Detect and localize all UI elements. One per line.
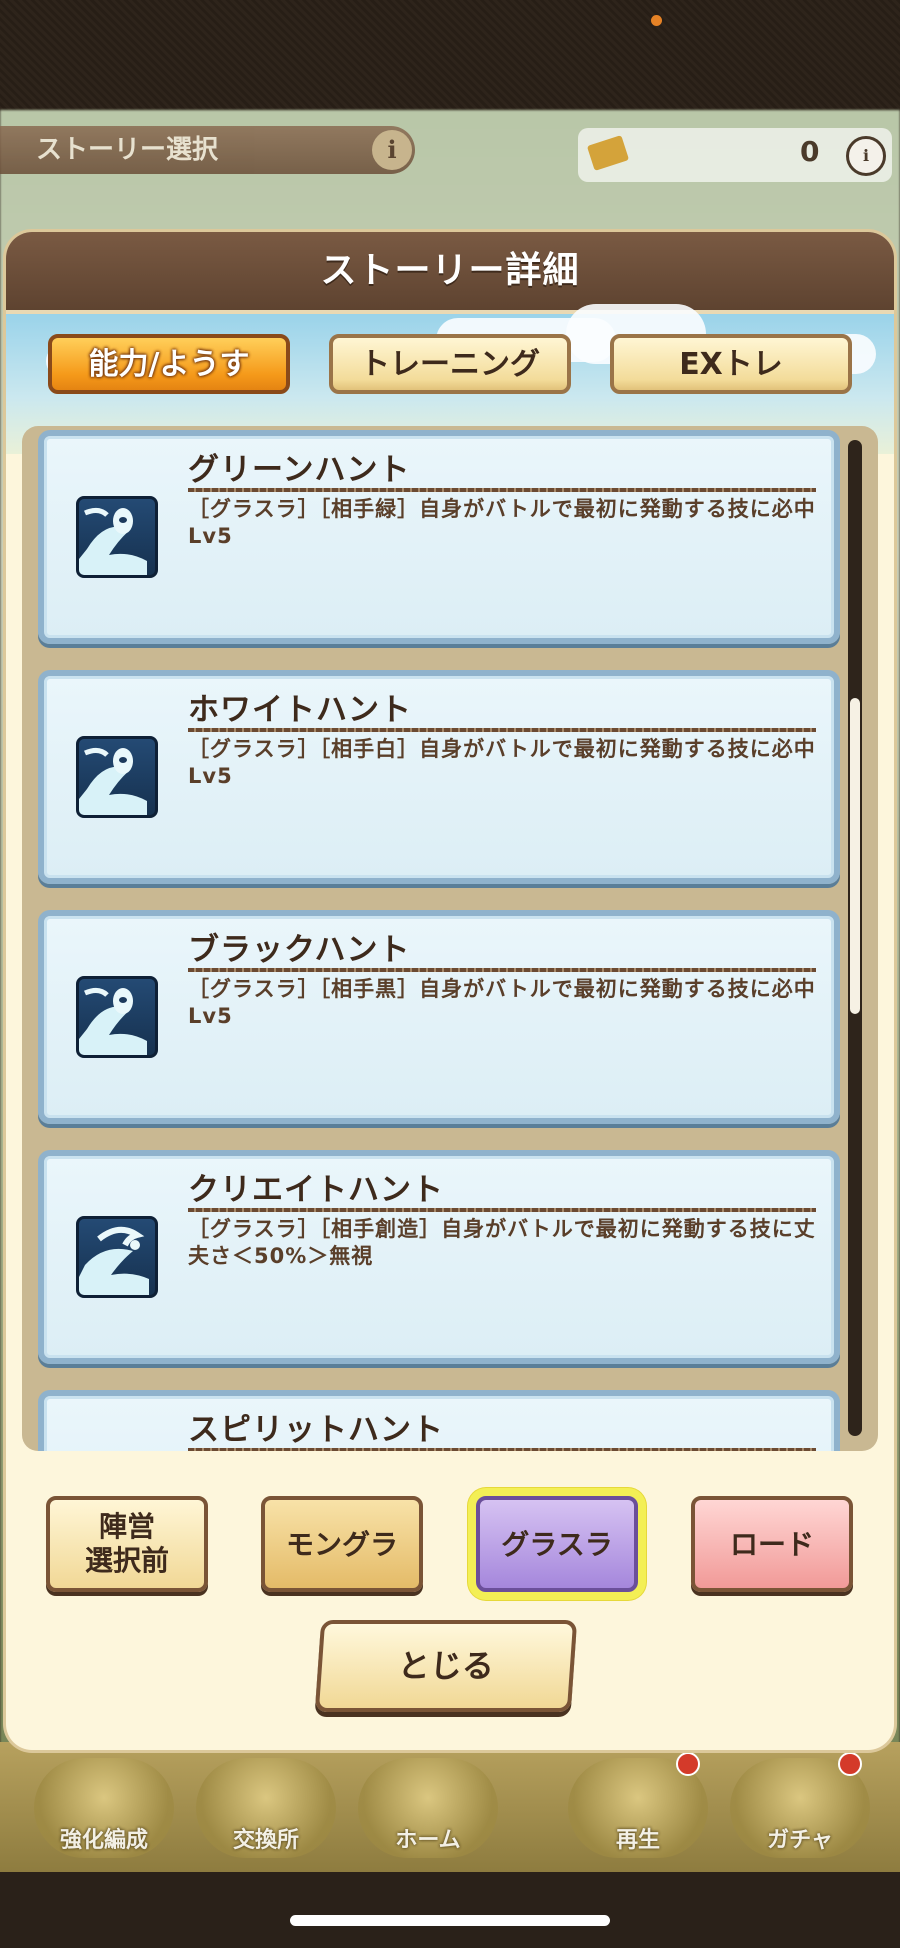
skill-name: ホワイトハント (188, 692, 412, 728)
skill-card: ブラックハント ［グラスラ］［相手黒］自身がバトルで最初に発動する技に必中Lv5 (38, 910, 840, 1124)
nav-label: 交換所 (232, 1828, 299, 1853)
nav-label: 強化編成 (59, 1828, 148, 1853)
skill-card: クリエイトハント ［グラスラ］［相手創造］自身がバトルで最初に発動する技に丈夫さ… (38, 1150, 840, 1364)
hunt-skill-icon (76, 496, 158, 578)
skill-card: グリーンハント ［グラスラ］［相手緑］自身がバトルで最初に発動する技に必中Lv5 (38, 430, 840, 644)
story-select-label: ストーリー選択 (0, 126, 415, 174)
filter-label-line1: 陣営 (98, 1510, 155, 1543)
notification-badge (676, 1752, 700, 1776)
nav-label: 再生 (615, 1828, 660, 1853)
story-select-info-icon: i (372, 130, 412, 170)
divider (188, 968, 816, 972)
nav-label: ホーム (395, 1828, 461, 1853)
tab-ex-training[interactable]: EXトレ (610, 334, 852, 394)
filter-label: モングラ (285, 1528, 398, 1561)
tab-training[interactable]: トレーニング (329, 334, 571, 394)
list-scrollbar[interactable] (848, 440, 862, 1436)
divider (188, 1208, 816, 1212)
skill-description: ［グラスラ］［相手白］自身がバトルで最初に発動する技に必中Lv5 (188, 737, 816, 788)
create-hunt-skill-icon (76, 1216, 158, 1298)
modal-title: ストーリー詳細 (320, 250, 580, 291)
currency-info-icon: i (846, 136, 886, 176)
skill-name: ブラックハント (188, 932, 411, 968)
skill-name: スピリットハント (188, 1412, 444, 1448)
divider (188, 1448, 816, 1451)
nav-label: ガチャ (767, 1828, 833, 1853)
recording-indicator-icon (651, 15, 662, 26)
bottom-safe-area (0, 1872, 900, 1948)
skill-card: ホワイトハント ［グラスラ］［相手白］自身がバトルで最初に発動する技に必中Lv5 (38, 670, 840, 884)
home-indicator[interactable] (290, 1915, 610, 1926)
skill-description: ［グラスラ］［相手黒］自身がバトルで最初に発動する技に必中Lv5 (188, 977, 816, 1028)
divider (188, 728, 816, 732)
hunt-skill-icon (76, 736, 158, 818)
scrollbar-thumb[interactable] (850, 698, 860, 1014)
divider (188, 488, 816, 492)
close-button[interactable]: とじる (314, 1620, 578, 1712)
hunt-skill-icon (76, 976, 158, 1058)
filter-mongura-button[interactable]: モングラ (261, 1496, 423, 1592)
filter-before-faction-button[interactable]: 陣営 選択前 (46, 1496, 208, 1592)
tab-ability[interactable]: 能力/ようす (48, 334, 290, 394)
skill-name: グリーンハント (188, 452, 411, 488)
currency-count: 0 (800, 135, 820, 168)
skill-name: クリエイトハント (188, 1172, 444, 1208)
status-bar (0, 0, 900, 110)
modal-header: ストーリー詳細 (6, 232, 894, 314)
filter-label: ロード (729, 1528, 814, 1561)
filter-gurasura-button[interactable]: グラスラ (476, 1496, 638, 1592)
skill-list[interactable]: グリーンハント ［グラスラ］［相手緑］自身がバトルで最初に発動する技に必中Lv5… (22, 426, 878, 1451)
skill-description: ［グラスラ］［相手創造］自身がバトルで最初に発動する技に丈夫さ＜50%＞無視 (188, 1217, 816, 1268)
skill-description: ［グラスラ］［相手緑］自身がバトルで最初に発動する技に必中Lv5 (188, 497, 816, 548)
filter-load-button[interactable]: ロード (691, 1496, 853, 1592)
skill-card: スピリットハント (38, 1390, 840, 1451)
filter-label-line2: 選択前 (84, 1544, 169, 1577)
notification-badge (838, 1752, 862, 1776)
filter-label: グラスラ (501, 1528, 613, 1561)
